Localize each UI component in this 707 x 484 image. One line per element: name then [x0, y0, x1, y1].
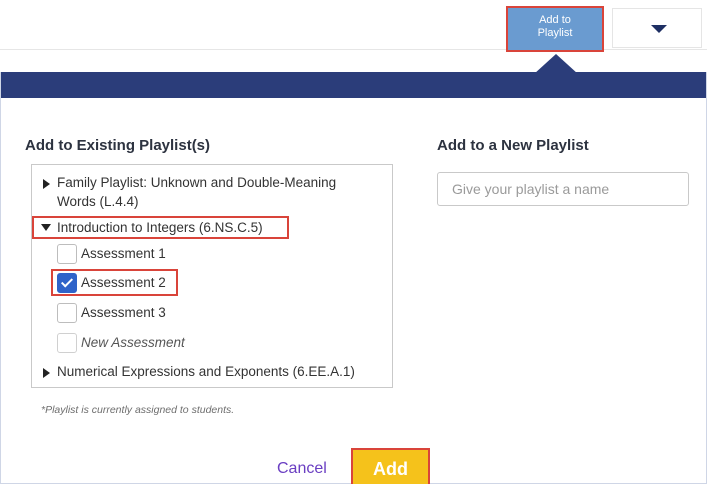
triangle-right-icon: [43, 368, 50, 378]
checkbox[interactable]: [57, 333, 77, 353]
checkmark-icon: [60, 275, 74, 288]
add-button[interactable]: Add: [351, 448, 430, 484]
existing-playlists-title: Add to Existing Playlist(s): [25, 137, 211, 154]
popover-arrow: [534, 54, 578, 74]
more-options-dropdown[interactable]: [612, 8, 702, 48]
checkbox-checked[interactable]: [57, 273, 77, 293]
dialog-body: Add to Existing Playlist(s) Add to a New…: [1, 98, 706, 484]
assigned-footnote: *Playlist is currently assigned to stude…: [41, 404, 235, 416]
playlist-label-line2: Words (L.4.4): [57, 194, 139, 209]
triangle-down-icon: [41, 224, 51, 231]
playlist-label-line1: Family Playlist: Unknown and Double-Mean…: [57, 175, 337, 190]
existing-playlists-list: Family Playlist: Unknown and Double-Mean…: [31, 164, 393, 388]
playlist-label: Numerical Expressions and Exponents (6.E…: [57, 364, 355, 379]
triangle-right-icon: [43, 179, 50, 189]
new-playlist-title: Add to a New Playlist: [437, 137, 589, 154]
add-to-playlist-button[interactable]: Add to Playlist: [506, 6, 604, 52]
assessment-label: Assessment 2: [81, 275, 166, 290]
assessment-label: Assessment 3: [81, 305, 166, 320]
cancel-button[interactable]: Cancel: [277, 460, 327, 478]
caret-down-icon: [651, 25, 667, 33]
playlist-label: Introduction to Integers (6.NS.C.5): [57, 220, 263, 235]
checkbox[interactable]: [57, 244, 77, 264]
assessment-label: New Assessment: [81, 335, 185, 350]
assessment-label: Assessment 1: [81, 246, 166, 261]
add-to-playlist-dialog: Add to Existing Playlist(s) Add to a New…: [0, 72, 707, 484]
checkbox[interactable]: [57, 303, 77, 323]
new-playlist-name-input[interactable]: [437, 172, 689, 206]
add-to-playlist-label-line1: Add to: [539, 14, 571, 26]
dialog-header-bar: [1, 72, 706, 98]
add-to-playlist-label-line2: Playlist: [537, 27, 573, 39]
